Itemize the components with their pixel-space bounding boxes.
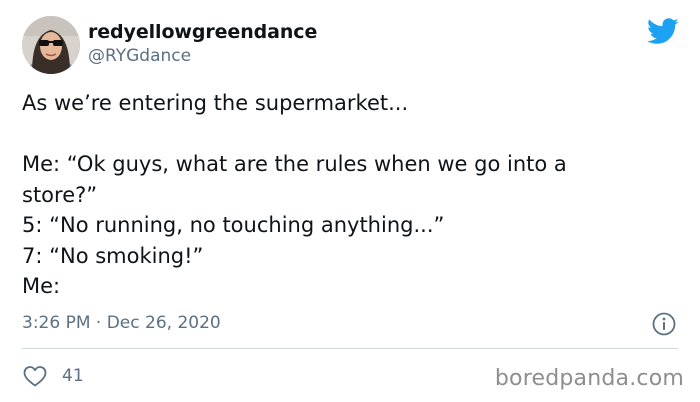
- tweet-timestamp[interactable]: 3:26 PM · Dec 26, 2020: [22, 313, 221, 333]
- tweet-line: As we’re entering the supermarket...: [22, 91, 409, 115]
- info-icon[interactable]: [651, 311, 677, 337]
- twitter-bird-icon[interactable]: [647, 18, 679, 45]
- author-handle[interactable]: @RYGdance: [88, 46, 191, 66]
- author-avatar[interactable]: [22, 16, 80, 74]
- tweet-line: 7: “No smoking!”: [22, 243, 204, 268]
- author-display-name[interactable]: redyellowgreendance: [88, 21, 317, 43]
- avatar-photo-icon: [22, 16, 80, 74]
- tweet-line: Me: “Ok guys, what are the rules when we…: [22, 152, 567, 176]
- heart-icon: [23, 366, 47, 387]
- tweet-line: store?”: [22, 182, 98, 207]
- tweet-text: As we’re entering the supermarket... Me:…: [22, 88, 678, 302]
- tweet-card: redyellowgreendance @RYGdance As we’re e…: [0, 0, 700, 402]
- tweet-line: Me:: [22, 274, 61, 298]
- tweet-line: 5: “No running, no touching anything...”: [22, 213, 445, 237]
- like-button[interactable]: 41: [22, 363, 84, 389]
- watermark: boredpanda.com: [494, 366, 684, 391]
- divider: [22, 348, 678, 349]
- like-count: 41: [62, 366, 84, 386]
